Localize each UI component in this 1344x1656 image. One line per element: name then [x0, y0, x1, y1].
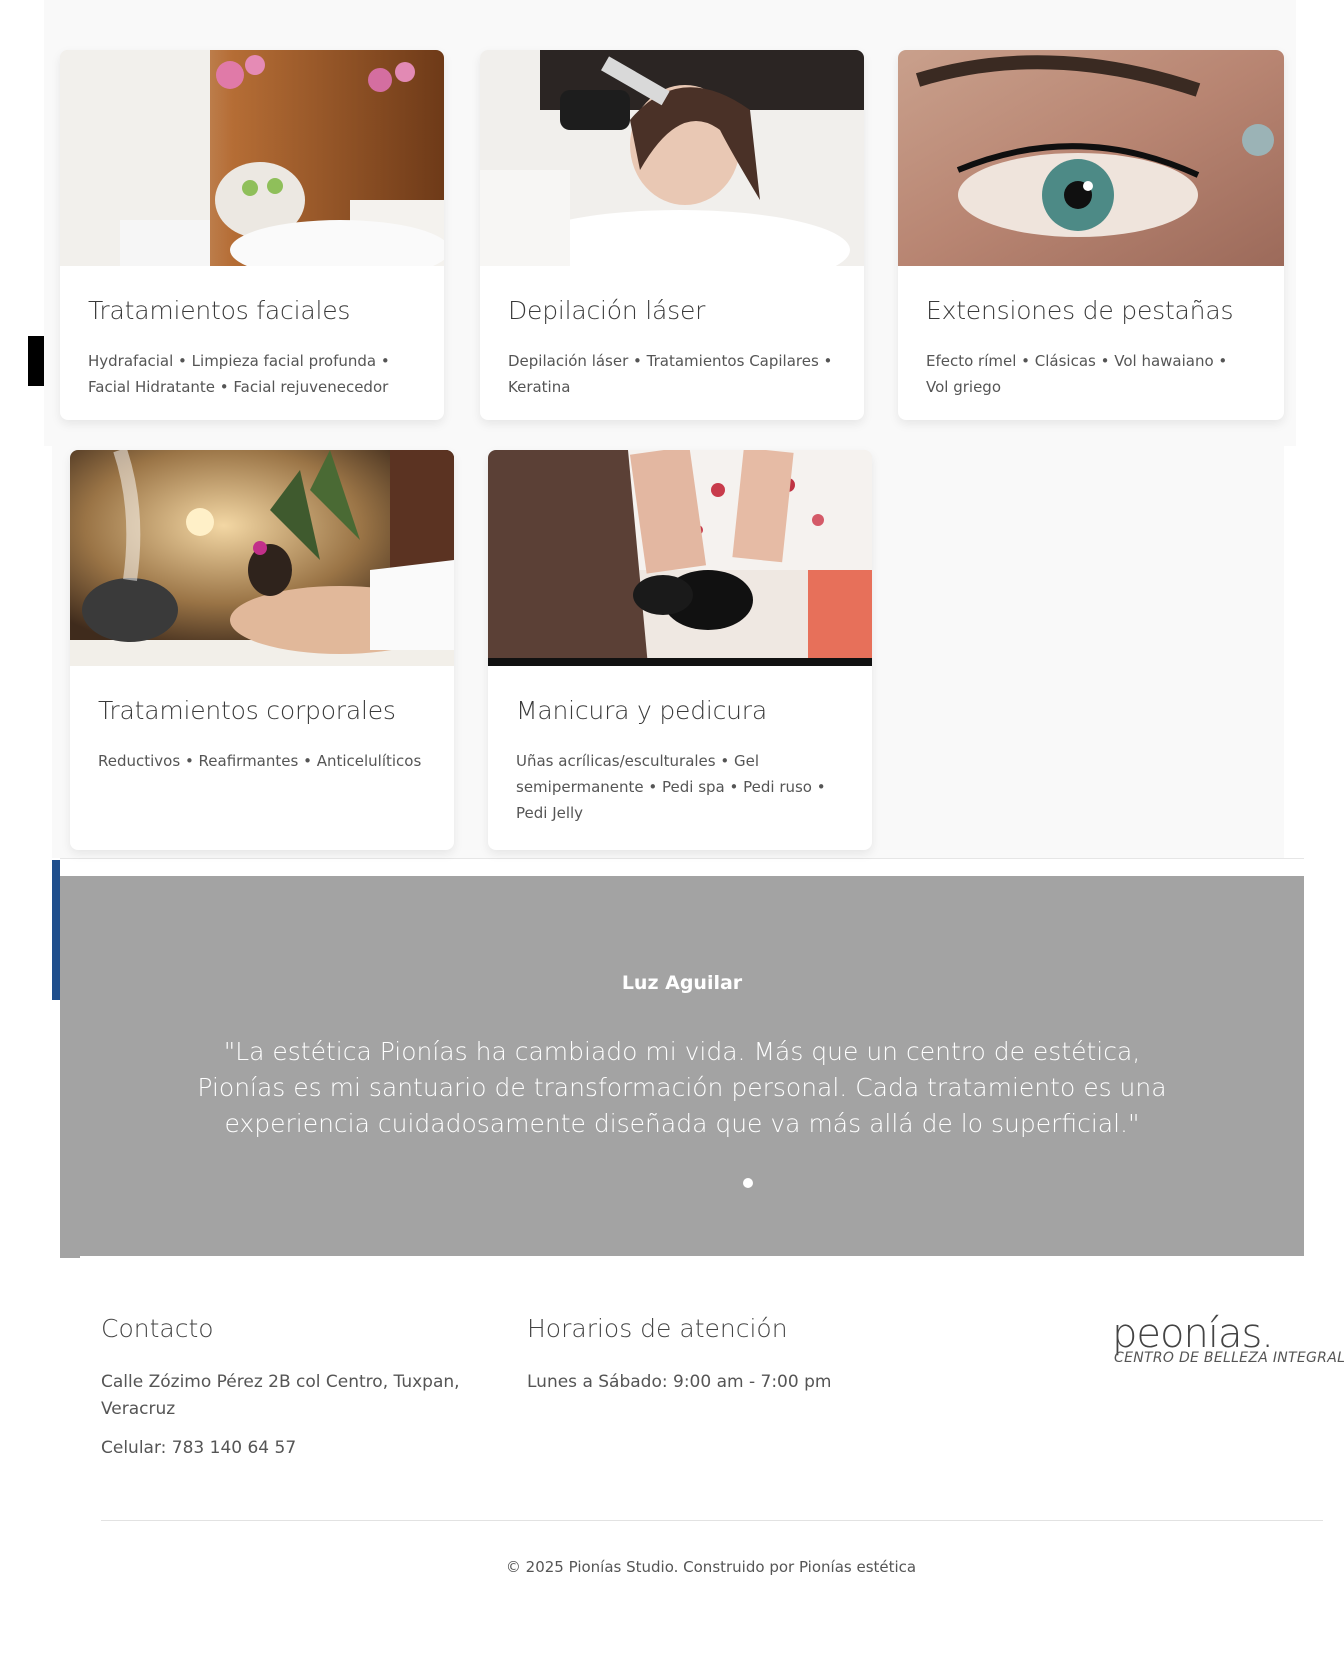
card-description: Reductivos • Reafirmantes • Anticelulíti… [98, 752, 422, 770]
edge-artifact [28, 336, 44, 386]
card-title: Tratamientos corporales [98, 696, 396, 725]
footer-schedule: Lunes a Sábado: 9:00 am - 7:00 pm [527, 1372, 832, 1392]
service-card-manicure[interactable]: Manicura y pedicura Uñas acrílicas/escul… [488, 450, 872, 850]
footer-contact-heading: Contacto [101, 1314, 214, 1343]
footer-contact: Contacto Calle Zózimo Pérez 2B col Centr… [101, 1314, 481, 1462]
card-description: Efecto rímel • Clásicas • Vol hawaiano •… [926, 352, 1228, 396]
service-card-body[interactable]: Tratamientos corporales Reductivos • Rea… [70, 450, 454, 850]
carousel-dot-active[interactable] [743, 1178, 753, 1188]
card-title: Manicura y pedicura [516, 696, 768, 725]
logo-tagline: CENTRO DE BELLEZA INTEGRAL [1114, 1350, 1344, 1366]
footer-divider [101, 1520, 1323, 1521]
section-divider [60, 858, 1304, 859]
testimonial-section: Luz Aguilar "La estética Pionías ha camb… [60, 876, 1304, 1256]
card-title: Tratamientos faciales [88, 296, 351, 325]
card-description: Uñas acrílicas/esculturales • Gel semipe… [516, 752, 826, 822]
card-title: Depilación láser [508, 296, 706, 325]
card-description: Hydrafacial • Limpieza facial profunda •… [88, 352, 390, 396]
service-card-laser[interactable]: Depilación láser Depilación láser • Trat… [480, 50, 864, 420]
card-description: Depilación láser • Tratamientos Capilare… [508, 352, 833, 396]
manicure-pedicure-photo [488, 450, 872, 666]
laser-hair-removal-photo [480, 50, 864, 266]
footer-hours-heading: Horarios de atención [527, 1314, 788, 1343]
footer-hours: Horarios de atención Lunes a Sábado: 9:0… [527, 1314, 947, 1396]
body-treatment-photo [70, 450, 454, 666]
testimonial-edge [60, 1256, 80, 1258]
testimonial-quote: "La estética Pionías ha cambiado mi vida… [197, 1037, 1167, 1138]
edge-accent-bar [52, 860, 60, 1000]
footer-phone[interactable]: Celular: 783 140 64 57 [101, 1435, 481, 1462]
footer-address: Calle Zózimo Pérez 2B col Centro, Tuxpan… [101, 1372, 460, 1419]
facial-treatment-photo [60, 50, 444, 266]
service-card-lashes[interactable]: Extensiones de pestañas Efecto rímel • C… [898, 50, 1284, 420]
eyelash-extension-photo [898, 50, 1284, 266]
service-card-facial[interactable]: Tratamientos faciales Hydrafacial • Limp… [60, 50, 444, 420]
card-title: Extensiones de pestañas [926, 296, 1234, 325]
testimonial-author: Luz Aguilar [621, 972, 743, 994]
footer-copyright: © 2025 Pionías Studio. Construido por Pi… [505, 1558, 917, 1576]
brand-logo[interactable]: peonías. CENTRO DE BELLEZA INTEGRAL [1112, 1312, 1344, 1372]
